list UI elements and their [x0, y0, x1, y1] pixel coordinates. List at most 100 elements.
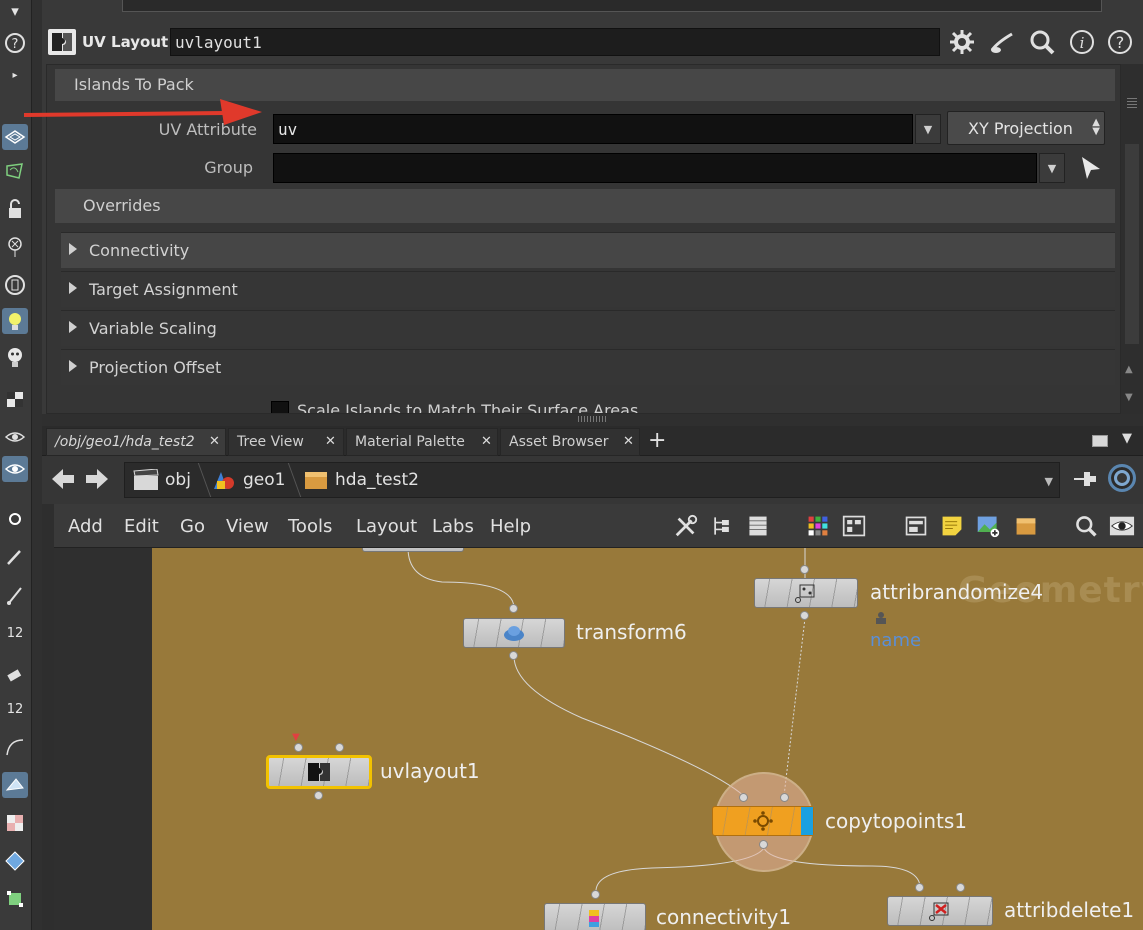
input-port[interactable]	[956, 883, 965, 892]
input-port[interactable]	[800, 565, 809, 574]
camera-eye-icon[interactable]	[2, 424, 28, 450]
subfolder-projection-offset[interactable]: Projection Offset	[61, 349, 1115, 385]
menu-help[interactable]: Help	[490, 516, 531, 537]
close-tab-icon[interactable]: ✕	[209, 434, 220, 449]
tab-network-path[interactable]: /obj/geo1/hda_test2 ✕	[46, 428, 226, 456]
skull-light-icon[interactable]	[2, 344, 28, 370]
input-port[interactable]	[915, 883, 924, 892]
color-palette-icon[interactable]	[804, 512, 832, 540]
scroll-down-icon[interactable]: ▼	[1125, 392, 1133, 403]
tab-asset-browser[interactable]: Asset Browser ✕	[500, 428, 640, 456]
light-dome-icon[interactable]	[2, 272, 28, 298]
crumb-obj[interactable]: obj	[133, 469, 191, 491]
checker-cube-icon[interactable]	[2, 386, 28, 412]
menu-add[interactable]: Add	[68, 516, 103, 537]
menu-edit[interactable]: Edit	[124, 516, 159, 537]
group-field[interactable]	[273, 153, 1037, 183]
group-dropdown[interactable]: ▼	[1039, 153, 1065, 183]
close-tab-icon[interactable]: ✕	[623, 434, 634, 449]
link-target-icon[interactable]	[1108, 464, 1136, 492]
uv-attribute-dropdown[interactable]: ▼	[915, 114, 941, 144]
info-icon[interactable]: i	[1066, 26, 1098, 58]
network-search-icon[interactable]	[1072, 512, 1100, 540]
scroll-thumb[interactable]	[1125, 144, 1139, 344]
input-port[interactable]	[509, 604, 518, 613]
group-select-arrow-icon[interactable]	[1079, 155, 1103, 185]
help-icon[interactable]: ?	[2, 30, 28, 56]
output-port[interactable]	[314, 791, 323, 800]
menu-tools[interactable]: Tools	[288, 516, 332, 537]
camera-tool-icon[interactable]	[2, 456, 28, 482]
node-uvlayout1[interactable]	[266, 755, 372, 789]
collapse-arrow-icon[interactable]: ▸	[2, 70, 28, 81]
pin-icon[interactable]	[1072, 468, 1098, 495]
node-upstream[interactable]	[362, 548, 464, 552]
output-port[interactable]	[800, 611, 809, 620]
xy-projection-button[interactable]: XY Projection ▲ ▼	[947, 111, 1105, 145]
input-port[interactable]	[294, 743, 303, 752]
subfolder-target-assignment[interactable]: Target Assignment	[61, 271, 1115, 307]
close-tab-icon[interactable]: ✕	[325, 434, 336, 449]
node-name-field[interactable]: uvlayout1	[170, 28, 940, 56]
light-bulb-icon[interactable]	[2, 308, 28, 334]
path-dropdown-icon[interactable]: ▼	[1045, 475, 1053, 488]
brush-tool-icon[interactable]	[2, 544, 28, 570]
scroll-up-icon[interactable]: ▲	[1125, 364, 1133, 375]
shelf-divider[interactable]	[32, 0, 42, 930]
gear-icon[interactable]	[946, 26, 978, 58]
menu-labs[interactable]: Labs	[432, 516, 474, 537]
pen-tool-icon[interactable]	[2, 582, 28, 608]
sticky-note-icon[interactable]	[938, 512, 966, 540]
select-grid-icon[interactable]	[2, 124, 28, 150]
islands-to-pack-folder[interactable]: Islands To Pack	[55, 69, 1115, 101]
tree-layout-icon[interactable]	[708, 512, 736, 540]
forward-arrow-icon[interactable]	[84, 466, 110, 499]
crumb-hda-test2[interactable]: hda_test2	[303, 469, 419, 491]
network-path-field[interactable]: obj geo1 hda_test2 ▼	[124, 462, 1060, 498]
network-box-icon[interactable]	[902, 512, 930, 540]
overrides-folder[interactable]: Overrides	[55, 189, 1115, 223]
hammer-tool-icon[interactable]	[2, 658, 28, 684]
input-port[interactable]	[780, 793, 789, 802]
pane-layout-icon[interactable]	[1092, 435, 1108, 447]
lock-icon[interactable]	[2, 196, 28, 222]
output-port[interactable]	[759, 840, 768, 849]
eye-icon[interactable]	[1108, 512, 1136, 540]
surface-tool-icon[interactable]	[2, 158, 28, 184]
diamond-tool-icon[interactable]	[2, 848, 28, 874]
input-port[interactable]	[739, 793, 748, 802]
output-port[interactable]	[509, 651, 518, 660]
subfolder-variable-scaling[interactable]: Variable Scaling	[61, 310, 1115, 346]
pane-menu-arrow-icon[interactable]: ▼	[1122, 431, 1132, 446]
subfolder-connectivity[interactable]: Connectivity	[61, 232, 1115, 268]
asset-icon[interactable]	[1012, 512, 1040, 540]
close-tab-icon[interactable]: ✕	[481, 434, 492, 449]
tab-material-palette[interactable]: Material Palette ✕	[346, 428, 498, 456]
node-attribdelete1[interactable]	[887, 896, 993, 926]
plane-tool-icon[interactable]	[2, 772, 28, 798]
tab-tree-view[interactable]: Tree View ✕	[228, 428, 344, 456]
menu-layout[interactable]: Layout	[356, 516, 417, 537]
network-canvas[interactable]: Geometry transform6 attribrandomize4	[152, 548, 1143, 930]
tools-icon[interactable]	[672, 512, 700, 540]
add-tab-icon[interactable]: +	[648, 428, 666, 453]
uv-attribute-field[interactable]: uv	[273, 114, 913, 144]
curve-tool-icon[interactable]	[2, 734, 28, 760]
crumb-geo1[interactable]: geo1	[211, 469, 285, 491]
input-port[interactable]	[335, 743, 344, 752]
scale-islands-checkbox[interactable]	[271, 401, 289, 413]
background-image-icon[interactable]	[974, 512, 1002, 540]
back-arrow-icon[interactable]	[50, 466, 76, 499]
menu-go[interactable]: Go	[180, 516, 205, 537]
checker-uv-icon[interactable]	[2, 810, 28, 836]
menu-view[interactable]: View	[226, 516, 269, 537]
input-port[interactable]	[591, 890, 600, 899]
pane-divider[interactable]	[42, 414, 1143, 426]
list-view-icon[interactable]	[744, 512, 772, 540]
display-flag[interactable]	[801, 807, 813, 835]
help-button-icon[interactable]: ?	[1104, 26, 1136, 58]
brush-icon[interactable]	[986, 26, 1018, 58]
node-attribrandomize4[interactable]	[754, 578, 858, 608]
node-copytopoints1[interactable]	[712, 806, 814, 836]
shape-palette-icon[interactable]	[840, 512, 868, 540]
